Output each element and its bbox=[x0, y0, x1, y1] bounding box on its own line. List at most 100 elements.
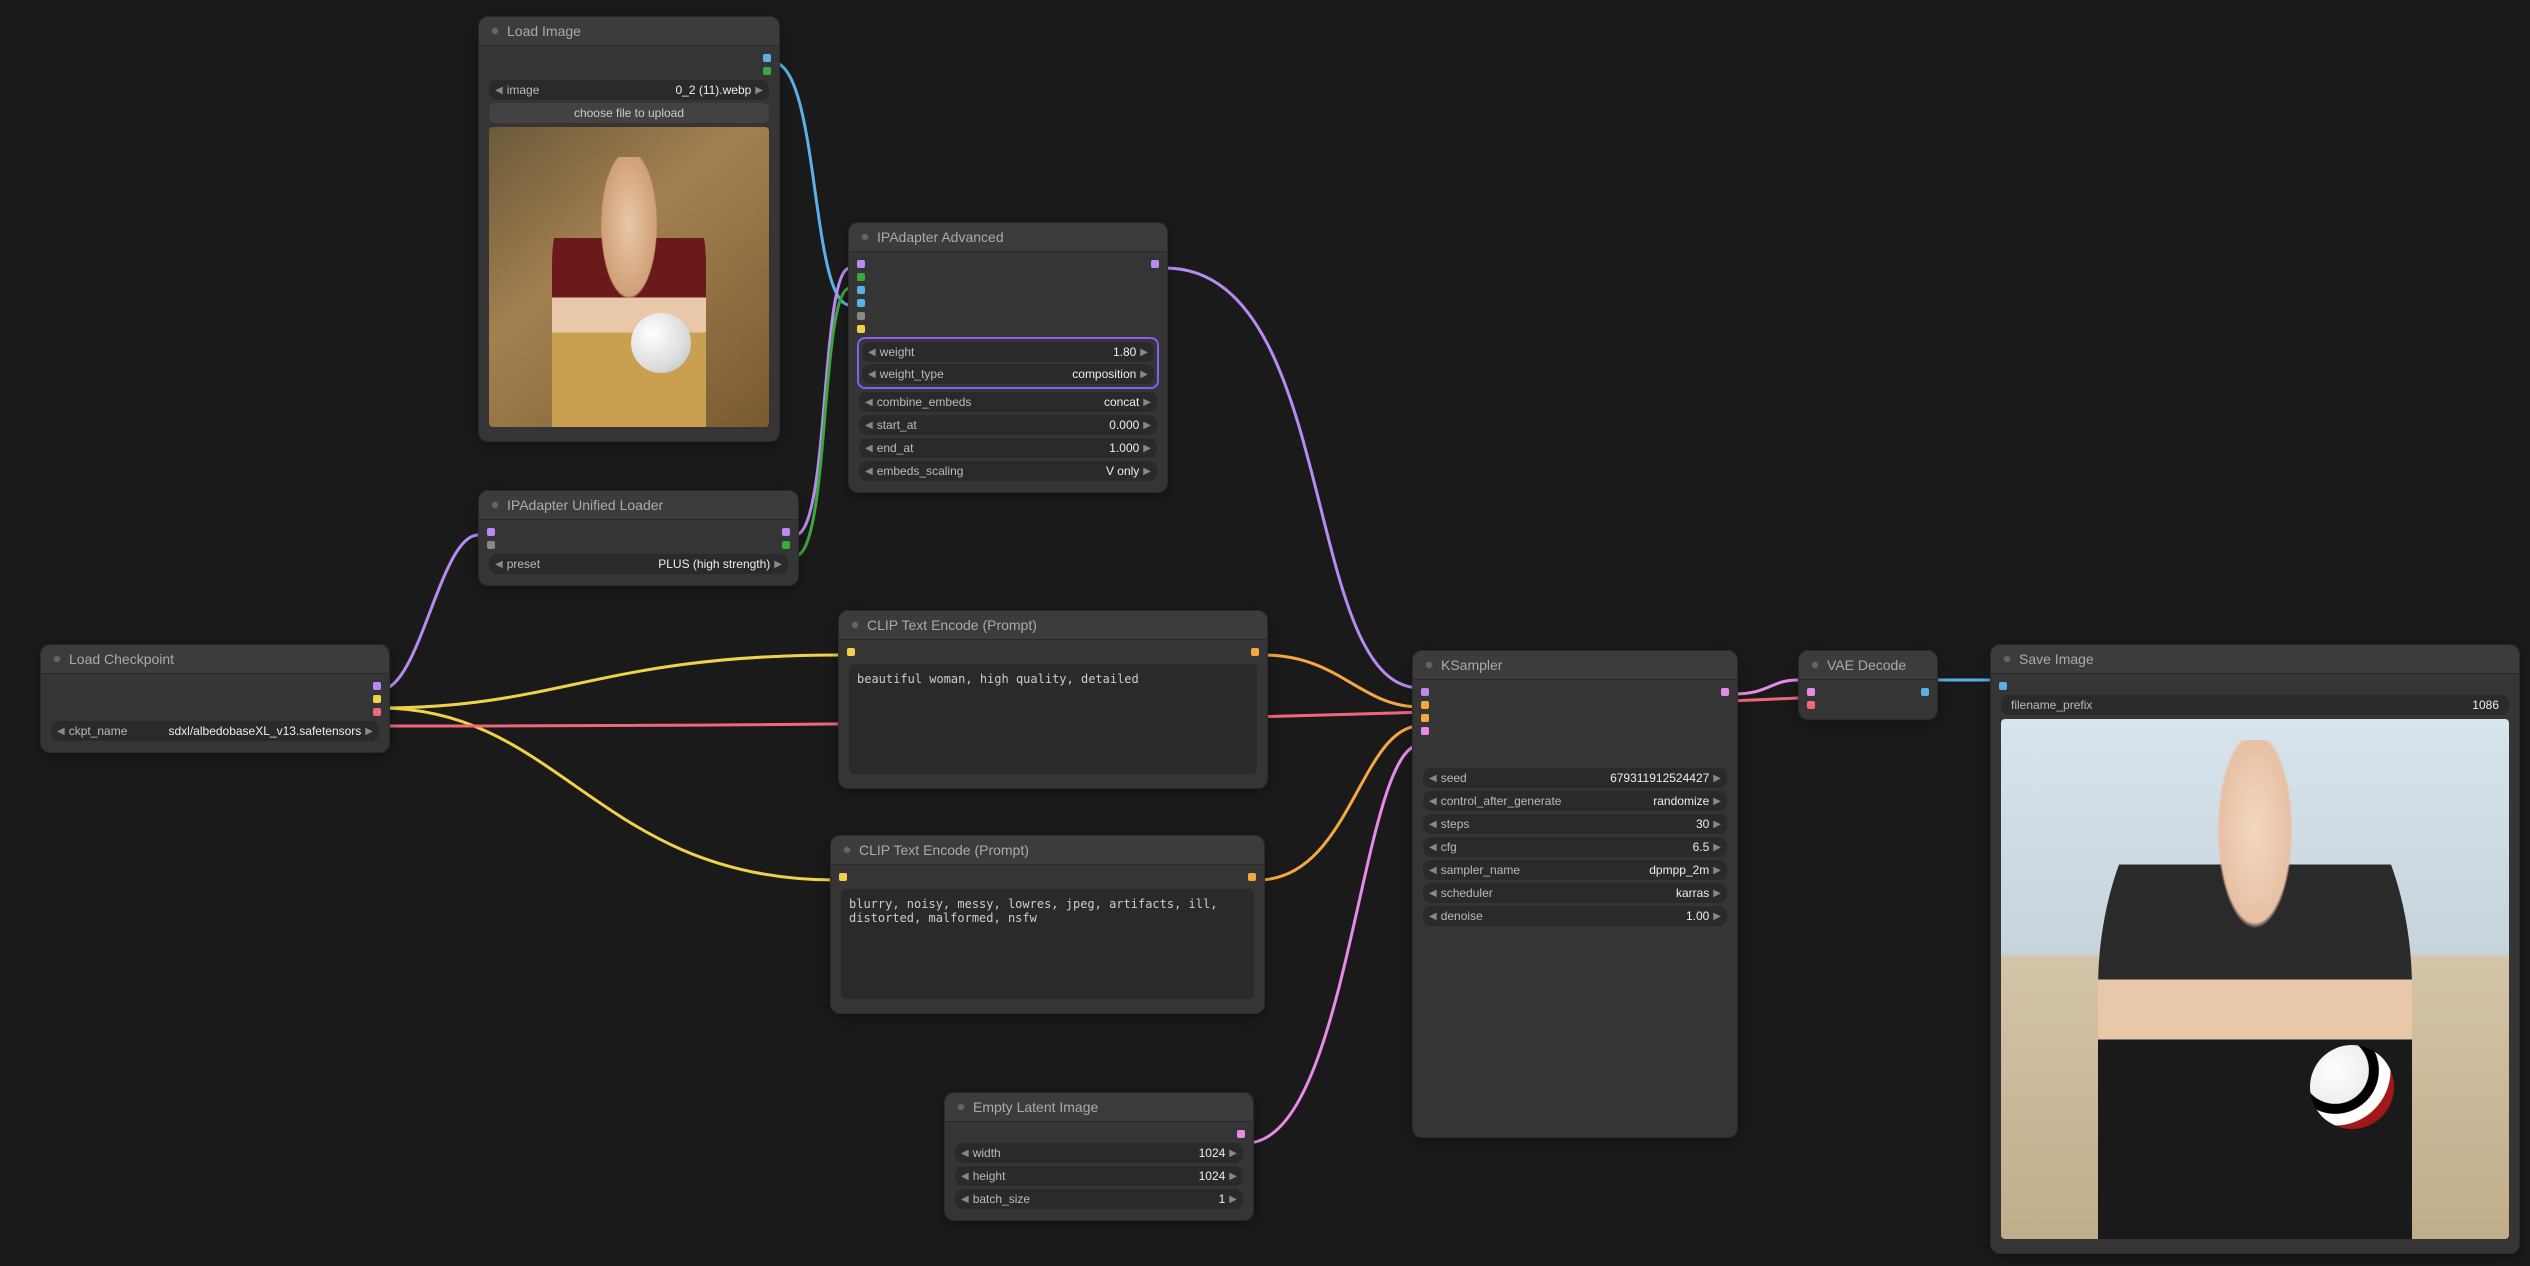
port-negative-in[interactable] bbox=[1421, 714, 1429, 722]
arrow-left-icon[interactable]: ◀ bbox=[1429, 865, 1437, 876]
widget-denoise[interactable]: ◀ denoise 1.00 ▶ bbox=[1423, 906, 1727, 926]
port-samples-in[interactable] bbox=[1807, 688, 1815, 696]
arrow-right-icon[interactable]: ▶ bbox=[1713, 796, 1721, 807]
arrow-left-icon[interactable]: ◀ bbox=[865, 443, 873, 454]
text-input[interactable]: blurry, noisy, messy, lowres, jpeg, arti… bbox=[841, 889, 1254, 999]
widget-filename-prefix[interactable]: filename_prefix 1086 bbox=[2001, 695, 2509, 715]
port-model-out[interactable] bbox=[1151, 260, 1159, 268]
arrow-left-icon[interactable]: ◀ bbox=[1429, 842, 1437, 853]
widget-control-after-generate[interactable]: ◀ control_after_generate randomize ▶ bbox=[1423, 791, 1727, 811]
port-conditioning-out[interactable] bbox=[1251, 648, 1259, 656]
arrow-left-icon[interactable]: ◀ bbox=[1429, 796, 1437, 807]
text-input[interactable]: beautiful woman, high quality, detailed bbox=[849, 664, 1257, 774]
collapse-icon[interactable] bbox=[491, 501, 499, 509]
arrow-left-icon[interactable]: ◀ bbox=[1429, 819, 1437, 830]
widget-end-at[interactable]: ◀ end_at 1.000 ▶ bbox=[859, 438, 1157, 458]
arrow-left-icon[interactable]: ◀ bbox=[868, 347, 876, 358]
widget-steps[interactable]: ◀ steps 30 ▶ bbox=[1423, 814, 1727, 834]
collapse-icon[interactable] bbox=[957, 1103, 965, 1111]
arrow-right-icon[interactable]: ▶ bbox=[1143, 443, 1151, 454]
node-vae-decode[interactable]: VAE Decode bbox=[1798, 650, 1938, 720]
arrow-right-icon[interactable]: ▶ bbox=[365, 726, 373, 737]
arrow-left-icon[interactable]: ◀ bbox=[1429, 888, 1437, 899]
node-load-checkpoint[interactable]: Load Checkpoint ◀ ckpt_name sdxl/albedob… bbox=[40, 644, 390, 753]
port-clip-out[interactable] bbox=[373, 695, 381, 703]
node-header[interactable]: IPAdapter Unified Loader bbox=[479, 491, 798, 520]
collapse-icon[interactable] bbox=[851, 621, 859, 629]
node-ksampler[interactable]: KSampler ◀ seed 679311912524427 ▶ ◀ cont… bbox=[1412, 650, 1738, 1138]
widget-start-at[interactable]: ◀ start_at 0.000 ▶ bbox=[859, 415, 1157, 435]
port-clip-in[interactable] bbox=[839, 873, 847, 881]
port-images-in[interactable] bbox=[1999, 682, 2007, 690]
collapse-icon[interactable] bbox=[1811, 661, 1819, 669]
arrow-left-icon[interactable]: ◀ bbox=[865, 420, 873, 431]
node-header[interactable]: KSampler bbox=[1413, 651, 1737, 680]
port-image-neg-in[interactable] bbox=[857, 299, 865, 307]
arrow-left-icon[interactable]: ◀ bbox=[961, 1148, 969, 1159]
arrow-right-icon[interactable]: ▶ bbox=[774, 559, 782, 570]
port-model-out[interactable] bbox=[373, 682, 381, 690]
port-model-in[interactable] bbox=[487, 528, 495, 536]
port-latent-in[interactable] bbox=[1421, 727, 1429, 735]
port-image-out[interactable] bbox=[1921, 688, 1929, 696]
port-ipadapter-in[interactable] bbox=[487, 541, 495, 549]
collapse-icon[interactable] bbox=[491, 27, 499, 35]
arrow-left-icon[interactable]: ◀ bbox=[495, 85, 503, 96]
node-header[interactable]: Save Image bbox=[1991, 645, 2519, 674]
arrow-right-icon[interactable]: ▶ bbox=[1143, 420, 1151, 431]
arrow-left-icon[interactable]: ◀ bbox=[865, 466, 873, 477]
port-ipadapter-in[interactable] bbox=[857, 273, 865, 281]
node-header[interactable]: Load Image bbox=[479, 17, 779, 46]
node-load-image[interactable]: Load Image ◀ image 0_2 (11).webp ▶ choos… bbox=[478, 16, 780, 442]
widget-preset[interactable]: ◀ preset PLUS (high strength) ▶ bbox=[489, 554, 788, 574]
arrow-right-icon[interactable]: ▶ bbox=[1713, 842, 1721, 853]
port-vae-in[interactable] bbox=[1807, 701, 1815, 709]
widget-combine-embeds[interactable]: ◀ combine_embeds concat ▶ bbox=[859, 392, 1157, 412]
arrow-right-icon[interactable]: ▶ bbox=[1229, 1148, 1237, 1159]
port-clip-in[interactable] bbox=[847, 648, 855, 656]
arrow-left-icon[interactable]: ◀ bbox=[495, 559, 503, 570]
node-ipadapter-unified-loader[interactable]: IPAdapter Unified Loader ◀ preset PLUS (… bbox=[478, 490, 799, 586]
widget-width[interactable]: ◀ width 1024 ▶ bbox=[955, 1143, 1243, 1163]
node-header[interactable]: Empty Latent Image bbox=[945, 1093, 1253, 1122]
collapse-icon[interactable] bbox=[53, 655, 61, 663]
arrow-left-icon[interactable]: ◀ bbox=[1429, 773, 1437, 784]
port-image-in[interactable] bbox=[857, 286, 865, 294]
port-clip-vision-in[interactable] bbox=[857, 325, 865, 333]
arrow-right-icon[interactable]: ▶ bbox=[1140, 347, 1148, 358]
node-ipadapter-advanced[interactable]: IPAdapter Advanced ◀ weight 1.80 ▶ bbox=[848, 222, 1168, 493]
arrow-left-icon[interactable]: ◀ bbox=[57, 726, 65, 737]
port-latent-out[interactable] bbox=[1721, 688, 1729, 696]
arrow-left-icon[interactable]: ◀ bbox=[865, 397, 873, 408]
node-clip-text-encode-positive[interactable]: CLIP Text Encode (Prompt) beautiful woma… bbox=[838, 610, 1268, 789]
collapse-icon[interactable] bbox=[843, 846, 851, 854]
input-image-preview[interactable] bbox=[489, 127, 769, 427]
widget-scheduler[interactable]: ◀ scheduler karras ▶ bbox=[1423, 883, 1727, 903]
arrow-right-icon[interactable]: ▶ bbox=[1713, 819, 1721, 830]
arrow-right-icon[interactable]: ▶ bbox=[1229, 1194, 1237, 1205]
arrow-right-icon[interactable]: ▶ bbox=[755, 85, 763, 96]
collapse-icon[interactable] bbox=[861, 233, 869, 241]
node-header[interactable]: Load Checkpoint bbox=[41, 645, 389, 674]
widget-cfg[interactable]: ◀ cfg 6.5 ▶ bbox=[1423, 837, 1727, 857]
port-ipadapter-out[interactable] bbox=[782, 541, 790, 549]
node-header[interactable]: VAE Decode bbox=[1799, 651, 1937, 680]
port-image-out[interactable] bbox=[763, 54, 771, 62]
node-header[interactable]: CLIP Text Encode (Prompt) bbox=[839, 611, 1267, 640]
port-attn-mask-in[interactable] bbox=[857, 312, 865, 320]
port-mask-out[interactable] bbox=[763, 67, 771, 75]
port-model-in[interactable] bbox=[1421, 688, 1429, 696]
arrow-right-icon[interactable]: ▶ bbox=[1143, 397, 1151, 408]
arrow-left-icon[interactable]: ◀ bbox=[868, 369, 876, 380]
port-model-out[interactable] bbox=[782, 528, 790, 536]
node-save-image[interactable]: Save Image filename_prefix 1086 bbox=[1990, 644, 2520, 1254]
widget-weight[interactable]: ◀ weight 1.80 ▶ bbox=[862, 342, 1154, 362]
widget-image[interactable]: ◀ image 0_2 (11).webp ▶ bbox=[489, 80, 769, 100]
port-positive-in[interactable] bbox=[1421, 701, 1429, 709]
node-header[interactable]: IPAdapter Advanced bbox=[849, 223, 1167, 252]
arrow-right-icon[interactable]: ▶ bbox=[1713, 773, 1721, 784]
collapse-icon[interactable] bbox=[2003, 655, 2011, 663]
node-graph-canvas[interactable]: Load Image ◀ image 0_2 (11).webp ▶ choos… bbox=[0, 0, 2530, 1266]
port-model-in[interactable] bbox=[857, 260, 865, 268]
node-clip-text-encode-negative[interactable]: CLIP Text Encode (Prompt) blurry, noisy,… bbox=[830, 835, 1265, 1014]
